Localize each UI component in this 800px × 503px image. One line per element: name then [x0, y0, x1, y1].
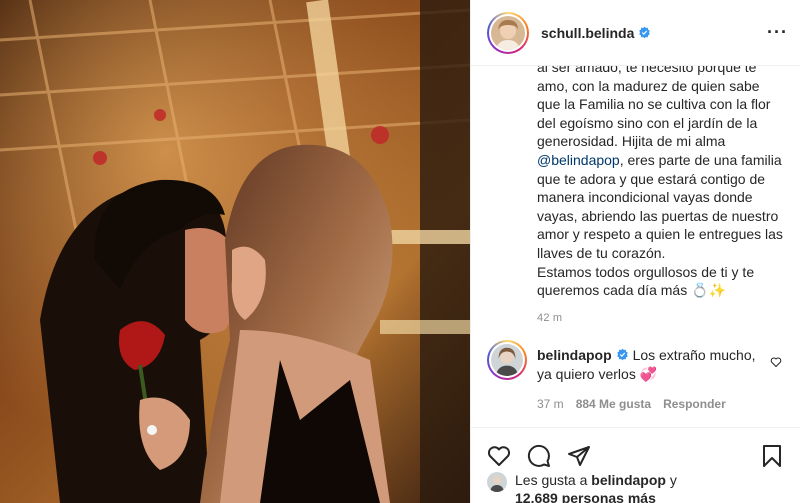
like-heart-icon[interactable] [487, 444, 511, 468]
commenter-avatar-image [491, 344, 523, 376]
comment-likes-count[interactable]: 884 Me gusta [576, 397, 651, 411]
commenter-username[interactable]: belindapop [537, 347, 612, 363]
comment-timestamp[interactable]: 37 m [537, 397, 564, 411]
caption-timestamp[interactable]: 42 m [537, 312, 784, 324]
post-side-panel: schull.belinda ··· al ser amado, te nece… [470, 0, 800, 503]
comment-body: belindapop Los extraño mucho, ya quiero … [537, 340, 777, 383]
post-header: schull.belinda ··· [471, 0, 800, 66]
comment-item: belindapop Los extraño mucho, ya quiero … [487, 340, 786, 383]
caption-text: al ser amado, te necesito porque te amo,… [537, 66, 771, 150]
likes-summary: Les gusta a belindapop y 12.689 personas… [487, 471, 765, 503]
instagram-post-view: schull.belinda ··· al ser amado, te nece… [0, 0, 800, 503]
commenter-avatar[interactable] [487, 340, 527, 380]
liker-username[interactable]: belindapop [591, 472, 666, 488]
author-avatar[interactable] [487, 11, 529, 54]
post-photo[interactable] [0, 0, 470, 503]
liker-avatar-image [487, 472, 507, 492]
comment-bubble-icon[interactable] [527, 444, 551, 468]
post-actions-bar [471, 427, 800, 473]
caption-scroll-area[interactable]: al ser amado, te necesito porque te amo,… [471, 66, 800, 336]
reply-button[interactable]: Responder [663, 397, 726, 411]
bookmark-save-icon[interactable] [760, 444, 784, 468]
like-comment-heart-icon[interactable] [770, 356, 782, 368]
couple-kissing-photo [0, 0, 470, 503]
share-send-icon[interactable] [567, 444, 591, 468]
liker-avatar[interactable] [487, 472, 507, 492]
likes-text: Les gusta a belindapop y 12.689 personas… [515, 471, 765, 503]
likes-count[interactable]: 12.689 personas más [515, 490, 656, 503]
caption-mention-link[interactable]: @belindapop [537, 152, 620, 168]
likes-prefix: Les gusta a [515, 472, 592, 488]
post-caption: al ser amado, te necesito porque te amo,… [537, 66, 784, 300]
likes-joiner: y [665, 472, 677, 488]
comment-meta: 37 m 884 Me gusta Responder [537, 397, 726, 411]
caption-text-rest: , eres parte de una familia que te adora… [537, 151, 783, 299]
avatar-image [491, 15, 525, 50]
verified-badge-icon [639, 26, 651, 39]
commenter-verified-badge-icon [616, 348, 628, 361]
more-options-icon[interactable]: ··· [767, 22, 788, 43]
author-username[interactable]: schull.belinda [541, 25, 634, 41]
